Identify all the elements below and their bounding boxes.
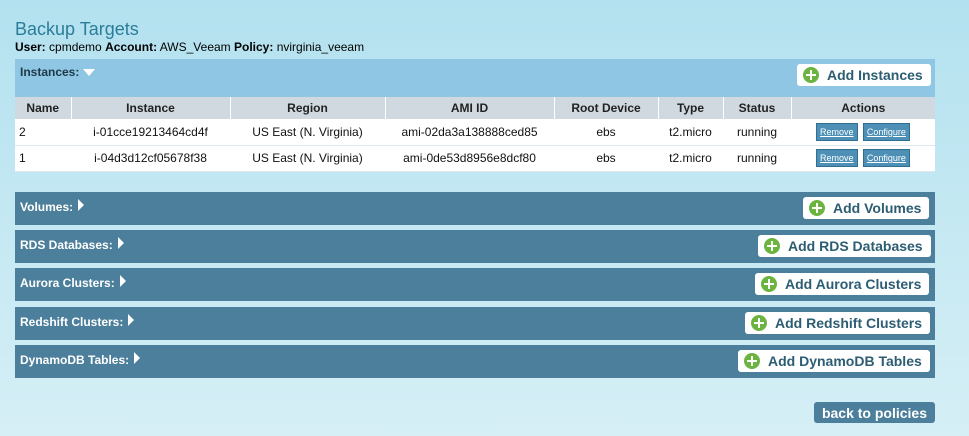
- aurora-clusters-toggle[interactable]: Aurora Clusters:: [20, 274, 126, 290]
- chevron-right-icon: [78, 198, 85, 211]
- plus-icon: [809, 200, 825, 216]
- cell-name: 2: [15, 119, 71, 146]
- cell-type: t2.micro: [658, 145, 723, 172]
- cell-actions: Remove Configure: [791, 119, 935, 146]
- cell-instance: i-01cce19213464cd4f: [71, 119, 230, 146]
- account-value: AWS_Veeam: [159, 40, 231, 54]
- redshift-clusters-panel: Redshift Clusters: Add Redshift Clusters: [15, 307, 935, 340]
- column-header: Region: [230, 97, 386, 119]
- policy-value: nvirginia_veeam: [276, 40, 365, 54]
- instances-label: Instances:: [20, 65, 80, 79]
- plus-icon: [764, 238, 780, 254]
- add-dynamodb-tables-label: Add DynamoDB Tables: [768, 353, 922, 369]
- instances-toggle[interactable]: Instances:: [20, 65, 96, 79]
- add-rds-databases-label: Add RDS Databases: [788, 238, 923, 254]
- column-header: Actions: [791, 97, 935, 119]
- instances-table: Name Instance Region AMI ID Root Device …: [15, 97, 935, 172]
- column-header: Name: [15, 97, 72, 119]
- add-aurora-clusters-label: Add Aurora Clusters: [785, 276, 922, 292]
- add-redshift-clusters-button[interactable]: Add Redshift Clusters: [745, 312, 931, 334]
- cell-root-device: ebs: [554, 119, 658, 146]
- remove-button[interactable]: Remove: [816, 122, 858, 141]
- rds-databases-label: RDS Databases:: [20, 238, 113, 252]
- configure-button[interactable]: Configure: [862, 149, 910, 167]
- column-header: Instance: [71, 97, 231, 119]
- cell-instance: i-04d3d12cf05678f38: [71, 145, 230, 172]
- aurora-clusters-panel: Aurora Clusters: Add Aurora Clusters: [15, 268, 935, 301]
- cell-region: US East (N. Virginia): [230, 145, 385, 172]
- plus-icon: [751, 315, 767, 331]
- chevron-right-icon: [117, 236, 124, 249]
- cell-ami: ami-02da3a138888ced85: [385, 119, 554, 146]
- table-row: 1 i-04d3d12cf05678f38 US East (N. Virgin…: [15, 145, 935, 172]
- configure-button[interactable]: Configure: [862, 122, 910, 141]
- add-volumes-label: Add Volumes: [833, 200, 922, 216]
- policy-label: Policy:: [234, 40, 274, 54]
- table-header-row: Name Instance Region AMI ID Root Device …: [15, 97, 935, 119]
- plus-icon: [803, 67, 819, 83]
- page-title: Backup Targets: [15, 19, 139, 39]
- chevron-right-icon: [119, 274, 126, 287]
- cell-type: t2.micro: [658, 119, 723, 146]
- cell-actions: Remove Configure: [791, 145, 935, 172]
- cell-status: running: [723, 119, 791, 146]
- add-redshift-clusters-label: Add Redshift Clusters: [775, 315, 923, 331]
- cell-name: 1: [15, 145, 71, 172]
- chevron-down-icon: [83, 69, 96, 76]
- cell-status: running: [723, 145, 791, 172]
- volumes-label: Volumes:: [20, 200, 74, 214]
- chevron-right-icon: [128, 313, 135, 326]
- dynamodb-tables-toggle[interactable]: DynamoDB Tables:: [20, 351, 141, 367]
- add-instances-label: Add Instances: [827, 67, 923, 83]
- volumes-toggle[interactable]: Volumes:: [20, 198, 85, 214]
- cell-ami: ami-0de53d8956e8dcf80: [385, 145, 554, 172]
- dynamodb-tables-label: DynamoDB Tables:: [20, 353, 130, 367]
- plus-icon: [761, 276, 777, 292]
- column-header: Type: [658, 97, 724, 119]
- cell-root-device: ebs: [554, 145, 658, 172]
- instances-panel: Instances: Add Instances Name Instance R…: [15, 59, 935, 172]
- add-dynamodb-tables-button[interactable]: Add DynamoDB Tables: [738, 350, 930, 372]
- cell-region: US East (N. Virginia): [230, 119, 385, 146]
- remove-button[interactable]: Remove: [816, 149, 858, 167]
- user-label: User:: [15, 40, 46, 54]
- redshift-clusters-label: Redshift Clusters:: [20, 315, 124, 329]
- column-header: AMI ID: [385, 97, 555, 119]
- dynamodb-tables-panel: DynamoDB Tables: Add DynamoDB Tables: [15, 345, 935, 378]
- add-rds-databases-button[interactable]: Add RDS Databases: [758, 235, 931, 257]
- rds-databases-panel: RDS Databases: Add RDS Databases: [15, 230, 935, 263]
- add-volumes-button[interactable]: Add Volumes: [803, 197, 930, 219]
- instances-header: Instances: Add Instances: [15, 59, 935, 93]
- column-header: Root Device: [554, 97, 659, 119]
- chevron-right-icon: [134, 351, 141, 364]
- plus-icon: [744, 353, 760, 369]
- add-instances-button[interactable]: Add Instances: [797, 64, 931, 86]
- account-label: Account:: [105, 40, 158, 54]
- add-aurora-clusters-button[interactable]: Add Aurora Clusters: [755, 273, 930, 295]
- context-line: User: cpmdemo Account: AWS_Veeam Policy:…: [15, 40, 364, 54]
- user-value: cpmdemo: [49, 40, 102, 54]
- volumes-panel: Volumes: Add Volumes: [15, 192, 935, 225]
- back-to-policies-button[interactable]: back to policies: [814, 402, 935, 423]
- rds-databases-toggle[interactable]: RDS Databases:: [20, 236, 124, 252]
- table-row: 2 i-01cce19213464cd4f US East (N. Virgin…: [15, 119, 935, 146]
- redshift-clusters-toggle[interactable]: Redshift Clusters:: [20, 313, 135, 329]
- column-header: Status: [723, 97, 792, 119]
- aurora-clusters-label: Aurora Clusters:: [20, 276, 115, 290]
